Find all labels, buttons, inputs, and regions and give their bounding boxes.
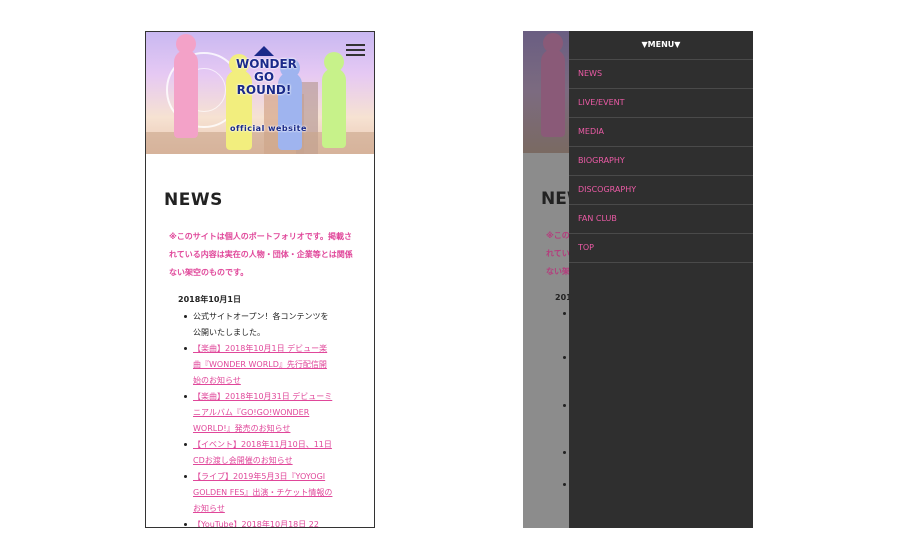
bullet-dot <box>563 404 566 407</box>
menu-item-discography[interactable]: DISCOGRAPHY <box>569 176 753 205</box>
member-silhouette-pink <box>174 34 198 138</box>
dimmed-news-date: 201 <box>555 293 569 302</box>
bullet-dot <box>563 356 566 359</box>
news-item-link[interactable]: 【ライブ】2019年5月3日『YOYOGI GOLDEN FES』出演・チケット… <box>193 472 332 513</box>
dimmed-hero-banner[interactable] <box>523 31 569 153</box>
dimmed-notice-line: ※この <box>546 231 569 240</box>
member-silhouette-pink <box>541 33 565 137</box>
news-item-link[interactable]: 【楽曲】2018年10月31日 デビューミニアルバム『GO!GO!WONDER … <box>193 392 332 433</box>
menu-item-biography[interactable]: BIOGRAPHY <box>569 147 753 176</box>
news-item-link[interactable]: 【楽曲】2018年10月1日 デビュー楽曲『WONDER WORLD』先行配信開… <box>193 344 327 385</box>
menu-item-fan-club[interactable]: FAN CLUB <box>569 205 753 234</box>
dimmed-notice-line: ない架 <box>546 267 569 276</box>
news-item-text: 公式サイトオープン！各コンテンツを公開いたしました。 <box>193 312 329 337</box>
logo-subtitle: official website <box>230 124 307 133</box>
menu-item-news[interactable]: NEWS <box>569 60 753 89</box>
dimmed-notice: ※この れてい ない架 <box>546 227 569 281</box>
news-item-link[interactable]: 【イベント】2018年11月10日、11日 CDお渡し会開催のお知らせ <box>193 440 332 465</box>
site-logo[interactable]: WONDER GO ROUND! <box>236 46 297 97</box>
news-content: NEWS ※このサイトは個人のポートフォリオです。掲載されている内容は実在の人物… <box>146 154 374 527</box>
slide-menu-panel: ▼MENU▼ NEWS LIVE/EVENT MEDIA BIOGRAPHY D… <box>569 31 753 528</box>
bullet-dot <box>563 451 566 454</box>
disclaimer-notice: ※このサイトは個人のポートフォリオです。掲載されている内容は実在の人物・団体・企… <box>169 232 353 277</box>
news-item: 【YouTube】2018年10月18日 22 <box>184 517 334 527</box>
news-item: 【楽曲】2018年10月31日 デビューミニアルバム『GO!GO!WONDER … <box>184 389 334 437</box>
hamburger-icon[interactable] <box>346 44 365 57</box>
bullet-dot <box>563 483 566 486</box>
news-item: 【イベント】2018年11月10日、11日 CDお渡し会開催のお知らせ <box>184 437 334 469</box>
logo-line: ROUND! <box>236 83 292 97</box>
news-date: 2018年10月1日 <box>178 295 241 304</box>
member-silhouette-green <box>322 52 346 148</box>
dimmed-page-overlay[interactable]: NEWS ※この れてい ない架 201 <box>523 153 569 528</box>
tent-icon <box>254 46 274 56</box>
news-item: 【ライブ】2019年5月3日『YOYOGI GOLDEN FES』出演・チケット… <box>184 469 334 517</box>
page-title: NEWS <box>164 190 223 210</box>
mobile-news-screen: WONDER GO ROUND! official website NEWS ※… <box>145 31 375 528</box>
menu-item-media[interactable]: MEDIA <box>569 118 753 147</box>
news-item: 公式サイトオープン！各コンテンツを公開いたしました。 <box>184 309 334 341</box>
dimmed-notice-line: れてい <box>546 249 569 258</box>
dimmed-page-title: NEWS <box>541 189 569 209</box>
bullet-dot <box>563 312 566 315</box>
mobile-menu-screen: NEWS ※この れてい ない架 201 ▼MENU▼ NEWS LIVE/EV… <box>523 31 753 528</box>
menu-item-live-event[interactable]: LIVE/EVENT <box>569 89 753 118</box>
menu-header[interactable]: ▼MENU▼ <box>569 31 753 60</box>
menu-list: NEWS LIVE/EVENT MEDIA BIOGRAPHY DISCOGRA… <box>569 60 753 263</box>
menu-item-top[interactable]: TOP <box>569 234 753 263</box>
hero-banner: WONDER GO ROUND! official website <box>146 32 374 154</box>
news-list: 公式サイトオープン！各コンテンツを公開いたしました。 【楽曲】2018年10月1… <box>184 309 334 527</box>
news-item-link[interactable]: 【YouTube】2018年10月18日 22 <box>193 520 319 527</box>
news-item: 【楽曲】2018年10月1日 デビュー楽曲『WONDER WORLD』先行配信開… <box>184 341 334 389</box>
